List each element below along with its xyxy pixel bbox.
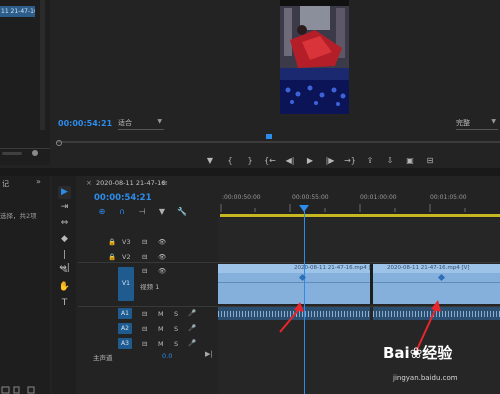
sync-lock-icon[interactable]: ⊟ (142, 310, 147, 318)
track-label: 🔒 (108, 238, 117, 246)
panel-menu-icon[interactable]: ≡ (162, 179, 168, 187)
source-scrollbar[interactable] (40, 0, 45, 130)
hand-tool-icon[interactable]: ✋ (58, 281, 71, 294)
watermark-url: jingyan.baidu.com (393, 374, 458, 382)
track-a3-target[interactable]: A3 (118, 338, 132, 349)
track-v3-label: V3 (122, 238, 131, 246)
in-point-icon[interactable]: { (220, 155, 240, 167)
track-v3-header: 🔒 V3 ⊟ 👁 (78, 236, 218, 248)
quality-value: 完整 (456, 119, 470, 127)
track-v2-header: 🔒 V2 ⊟ 👁 (78, 251, 218, 263)
nest-icon[interactable]: ⊕ (92, 206, 112, 218)
mini-time-ruler[interactable] (56, 134, 500, 146)
timeline-timecode[interactable]: 00:00:54:21 (94, 193, 152, 203)
divider (0, 148, 50, 149)
panel-divider[interactable] (0, 168, 500, 176)
eye-icon[interactable]: 👁 (158, 267, 166, 275)
linked-selection-icon[interactable]: ⊣ (132, 206, 152, 218)
mini-playhead[interactable] (266, 134, 272, 139)
pen-tool-icon[interactable]: ✎ (58, 265, 71, 278)
project-footer-icons[interactable] (0, 386, 50, 394)
compare-icon[interactable]: ⊟ (420, 155, 440, 167)
track-a2-header: A2 ⊟ M S 🎤 (78, 322, 218, 335)
master-track-label: 主声道 (93, 354, 113, 362)
track-select-tool-icon[interactable]: ⇥ (58, 201, 71, 214)
source-tab[interactable]: 11 21-47-16 (0, 6, 35, 17)
lift-icon[interactable]: ⇪ (360, 155, 380, 167)
video-frame-image (280, 0, 349, 114)
selection-status: 选择，共2项 (0, 212, 37, 220)
mute-button[interactable]: M (158, 325, 164, 333)
sync-lock-icon[interactable]: ⊟ (142, 238, 147, 246)
solo-button[interactable]: S (174, 340, 178, 348)
master-volume-value[interactable]: 0.0 (162, 352, 172, 360)
sync-lock-icon[interactable]: ⊟ (142, 253, 147, 261)
lock-icon[interactable]: 🔒 (108, 253, 116, 261)
out-point-icon[interactable]: } (240, 155, 260, 167)
microphone-icon[interactable]: 🎤 (188, 339, 196, 347)
chevron-down-icon: ▼ (491, 118, 496, 125)
track-a1-target[interactable]: A1 (118, 308, 132, 319)
track-a2-target[interactable]: A2 (118, 323, 132, 334)
export-frame-icon[interactable]: ▣ (400, 155, 420, 167)
track-headers: 🔒 V3 ⊟ 👁 🔒 V2 ⊟ 👁 V1 ⊟ 👁 视频 1 A1 ⊟ M S 🎤… (78, 236, 218, 366)
sequence-tab[interactable]: 2020-08-11 21-47-16 (96, 179, 165, 187)
more-panels-icon[interactable]: » (36, 177, 41, 186)
fit-dropdown[interactable]: 适合 ▼ (118, 118, 164, 130)
transport-controls: ▼ { } {← ◀| ▶ |▶ →} ⇪ ⇩ ▣ ⊟ (200, 155, 440, 167)
solo-button[interactable]: S (174, 310, 178, 318)
snap-icon[interactable]: ∩ (112, 206, 132, 218)
video-preview[interactable] (280, 0, 349, 114)
tools-panel: ▶ ⇥ ⇔ ◆ |↔| ✎ ✋ T (52, 176, 76, 394)
zoom-slider[interactable] (2, 152, 22, 155)
slip-tool-icon[interactable]: |↔| (58, 249, 71, 273)
project-tab[interactable]: 记 (2, 179, 9, 189)
go-to-in-icon[interactable]: {← (260, 155, 280, 167)
close-icon[interactable]: × (86, 179, 92, 187)
watermark-brand: Bai❀经验 (383, 344, 453, 362)
go-to-end-icon[interactable]: ▶| (205, 350, 213, 358)
add-marker-icon[interactable]: ▼ (152, 206, 172, 218)
track-v1-target[interactable]: V1 (118, 267, 134, 301)
microphone-icon[interactable]: 🎤 (188, 324, 196, 332)
step-back-icon[interactable]: ◀| (280, 155, 300, 167)
step-forward-icon[interactable]: |▶ (320, 155, 340, 167)
sync-lock-icon[interactable]: ⊟ (142, 325, 147, 333)
chevron-down-icon: ▼ (157, 118, 162, 125)
project-panel (0, 176, 50, 394)
mute-button[interactable]: M (158, 340, 164, 348)
zoom-handle[interactable] (32, 150, 38, 156)
track-v2-label: V2 (122, 253, 131, 261)
marker-icon[interactable]: ▼ (200, 155, 220, 167)
go-to-out-icon[interactable]: →} (340, 155, 360, 167)
baidu-watermark: Bai❀经验 jingyan.baidu.com (383, 340, 500, 394)
sync-lock-icon[interactable]: ⊟ (142, 340, 147, 348)
wrench-icon[interactable]: 🔧 (172, 206, 192, 218)
type-tool-icon[interactable]: T (58, 297, 71, 310)
track-v1-name: 视频 1 (140, 283, 160, 291)
track-v1-header: V1 ⊟ 👁 视频 1 (78, 265, 218, 305)
sync-lock-icon[interactable]: ⊟ (142, 267, 147, 275)
play-icon[interactable]: ▶ (300, 155, 320, 167)
ripple-edit-tool-icon[interactable]: ⇔ (58, 217, 71, 230)
extract-icon[interactable]: ⇩ (380, 155, 400, 167)
program-timecode[interactable]: 00:00:54:21 (58, 119, 112, 128)
solo-button[interactable]: S (174, 325, 178, 333)
playhead-handle[interactable] (299, 205, 309, 212)
quality-dropdown[interactable]: 完整 ▼ (456, 118, 498, 130)
microphone-icon[interactable]: 🎤 (188, 309, 196, 317)
timeline-toolbar: ⊕ ∩ ⊣ ▼ 🔧 (92, 206, 192, 218)
track-a3-header: A3 ⊟ M S 🎤 (78, 337, 218, 350)
track-a1-header: A1 ⊟ M S 🎤 (78, 307, 218, 320)
work-area-bar[interactable] (220, 214, 500, 217)
eye-icon[interactable]: 👁 (158, 253, 166, 261)
selection-tool-icon[interactable]: ▶ (58, 186, 71, 199)
eye-icon[interactable]: 👁 (158, 238, 166, 246)
mute-button[interactable]: M (158, 310, 164, 318)
fit-value: 适合 (118, 119, 132, 127)
razor-tool-icon[interactable]: ◆ (58, 233, 71, 246)
